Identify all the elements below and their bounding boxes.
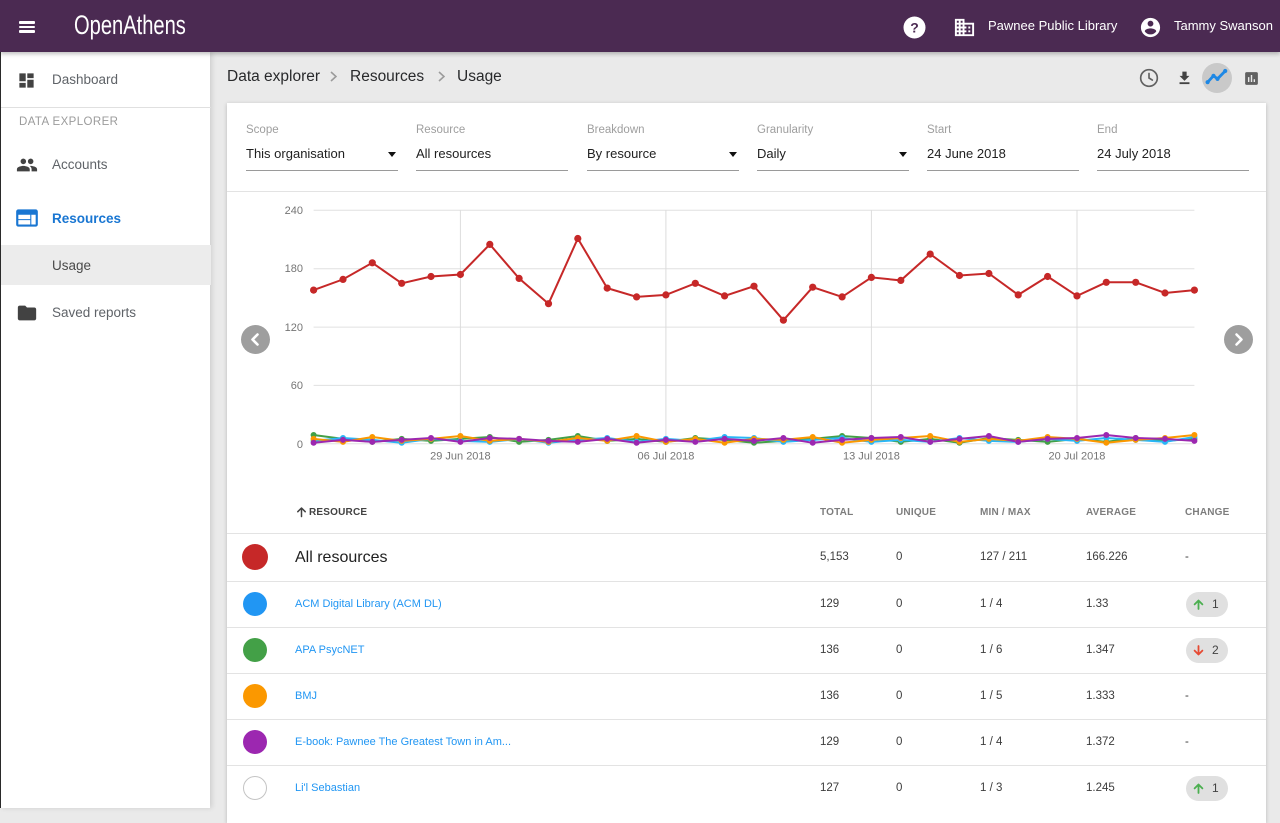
svg-text:240: 240	[285, 205, 303, 217]
svg-text:20 Jul 2018: 20 Jul 2018	[1049, 451, 1106, 463]
svg-text:60: 60	[291, 380, 303, 392]
svg-text:0: 0	[297, 439, 303, 451]
svg-text:?: ?	[910, 19, 919, 35]
svg-text:13 Jul 2018: 13 Jul 2018	[843, 451, 900, 463]
svg-text:180: 180	[285, 263, 303, 275]
svg-text:29 Jun 2018: 29 Jun 2018	[430, 451, 491, 463]
svg-text:120: 120	[285, 322, 303, 334]
svg-text:06 Jul 2018: 06 Jul 2018	[637, 451, 694, 463]
